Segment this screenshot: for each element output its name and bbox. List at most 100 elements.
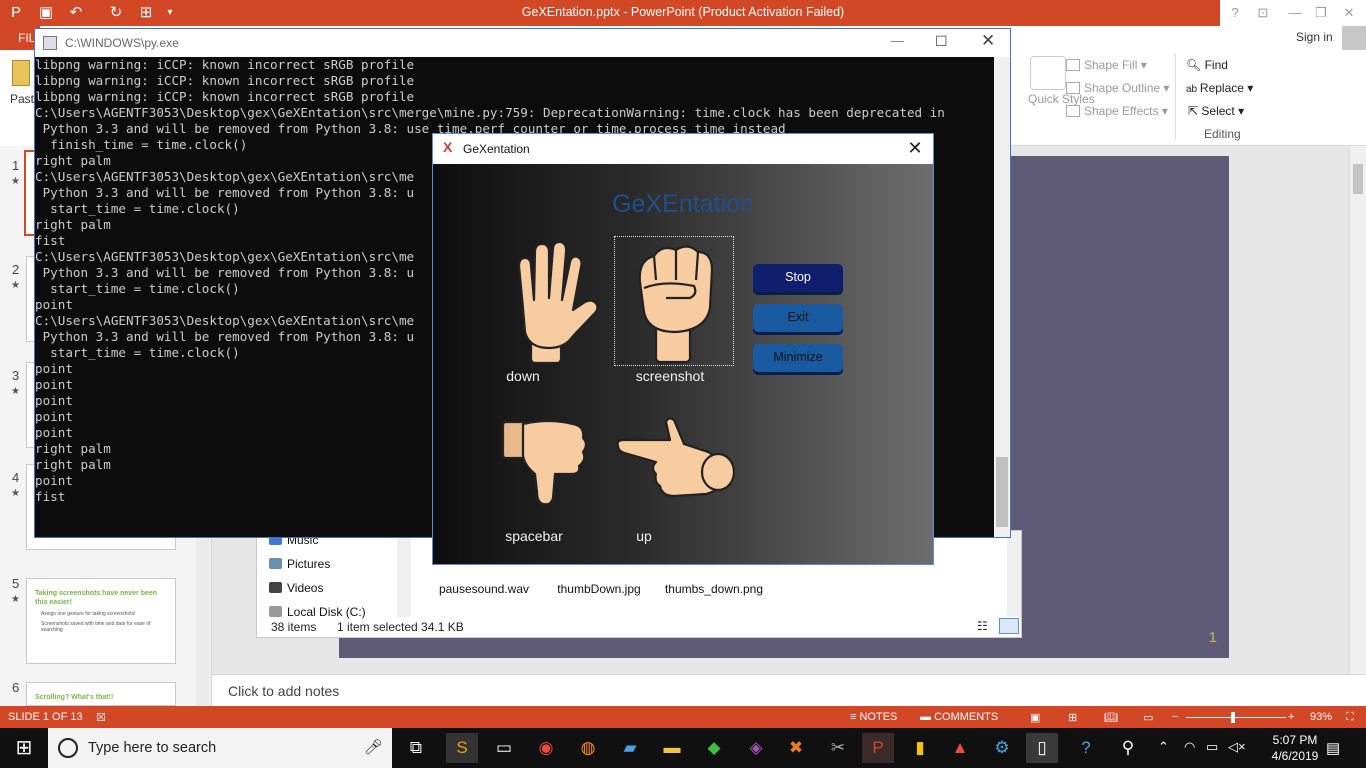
- taskbar-search-box[interactable]: Type here to search 🎤︎: [48, 728, 392, 768]
- start-slideshow-icon[interactable]: ⊞: [136, 3, 156, 23]
- app-icon[interactable]: ▰: [614, 733, 646, 763]
- powerpoint-taskbar-icon[interactable]: P: [862, 733, 894, 763]
- minimize-button[interactable]: Minimize: [753, 344, 843, 372]
- select-icon: ⇱: [1188, 104, 1202, 118]
- android-studio-icon[interactable]: ◆: [698, 733, 730, 763]
- zoom-level[interactable]: 93%: [1310, 711, 1332, 723]
- paste-icon[interactable]: [12, 60, 30, 86]
- python-taskbar-icon[interactable]: ⚙: [986, 733, 1018, 763]
- details-view-icon[interactable]: ☷: [977, 619, 988, 633]
- file-item[interactable]: thumbDown.jpg: [544, 582, 654, 597]
- console-scrollbar[interactable]: [994, 57, 1010, 537]
- thumbs-down-icon[interactable]: [489, 416, 609, 506]
- notifications-icon[interactable]: ▤: [1326, 739, 1340, 757]
- undo-icon[interactable]: ↶: [66, 3, 86, 23]
- file-item[interactable]: pausesound.wav: [429, 582, 539, 597]
- sublime-text-icon[interactable]: S: [446, 733, 478, 763]
- notes-toggle[interactable]: ≡ NOTES: [850, 711, 897, 723]
- notepad-icon[interactable]: ▯: [1026, 733, 1058, 763]
- select-button[interactable]: ⇱ Select ▾: [1188, 104, 1244, 118]
- close-icon[interactable]: ✕: [1338, 3, 1360, 23]
- thumb-bullet: Screenshots saved with time and date for…: [41, 621, 151, 633]
- sign-in-link[interactable]: Sign in: [1296, 30, 1333, 44]
- comments-toggle[interactable]: ▬ COMMENTS: [920, 711, 998, 723]
- slide-scrollbar[interactable]: [1349, 146, 1366, 674]
- gex-logo-icon: X: [443, 139, 453, 155]
- fit-to-window-icon[interactable]: ⛶: [1346, 711, 1354, 724]
- chrome-icon[interactable]: ◉: [530, 733, 562, 763]
- git-icon[interactable]: ◈: [740, 733, 772, 763]
- replace-button[interactable]: ab Replace ▾: [1186, 81, 1253, 95]
- help-tray-icon[interactable]: ?: [1070, 733, 1102, 763]
- zoom-slider-thumb[interactable]: [1230, 712, 1235, 723]
- zoom-out-icon[interactable]: −: [1172, 711, 1178, 723]
- task-view-icon[interactable]: ⧉: [400, 733, 432, 763]
- console-title: C:\WINDOWS\py.exe: [65, 36, 179, 50]
- slide-sorter-icon[interactable]: ⊞: [1068, 711, 1077, 724]
- avatar[interactable]: [1342, 26, 1366, 50]
- exit-button[interactable]: Exit: [753, 304, 843, 332]
- files-scrollbar[interactable]: [1007, 531, 1021, 617]
- nav-item-pictures[interactable]: Pictures: [269, 557, 330, 571]
- show-hidden-icons[interactable]: ⌃: [1158, 739, 1169, 755]
- powerpoint-logo-icon: P: [10, 4, 21, 21]
- console-line: libpng warning: iCCP: known incorrect sR…: [35, 57, 415, 72]
- find-button[interactable]: 🔍︎ Find: [1186, 58, 1228, 72]
- nav-scrollbar[interactable]: [397, 531, 411, 617]
- replace-icon: ab: [1186, 84, 1200, 95]
- notes-placeholder: Click to add notes: [228, 683, 340, 699]
- file-item[interactable]: thumbs_down.png: [659, 582, 769, 597]
- battery-icon[interactable]: ▭: [1206, 739, 1218, 755]
- scrollbar-thumb[interactable]: [1353, 164, 1363, 194]
- acrobat-icon[interactable]: ▲: [944, 733, 976, 763]
- redo-icon[interactable]: ↻: [106, 3, 126, 23]
- settings-tray-icon[interactable]: ⚲: [1112, 733, 1144, 763]
- wifi-icon[interactable]: ◠: [1184, 739, 1195, 755]
- save-icon[interactable]: ▣: [36, 3, 56, 23]
- close-icon[interactable]: ✕: [905, 138, 925, 159]
- slide-thumbnail[interactable]: Taking screenshots have never been this …: [26, 578, 176, 664]
- shape-fill-button[interactable]: Shape Fill ▾: [1066, 58, 1147, 72]
- pointing-hand-icon[interactable]: [614, 416, 736, 506]
- customize-toolbar-icon[interactable]: ▾: [160, 3, 180, 23]
- open-palm-icon[interactable]: [489, 236, 609, 366]
- slideshow-icon[interactable]: ▭: [1143, 711, 1153, 724]
- maximize-icon[interactable]: ☐: [935, 33, 948, 50]
- reading-view-icon[interactable]: 📖︎: [1104, 711, 1118, 724]
- restore-icon[interactable]: ❐: [1310, 3, 1332, 23]
- command-prompt-icon[interactable]: ▭: [488, 733, 520, 763]
- snipping-tool-icon[interactable]: ✂: [822, 733, 854, 763]
- ribbon-divider: [1175, 54, 1176, 140]
- minimize-icon[interactable]: —: [891, 33, 904, 48]
- normal-view-icon[interactable]: ▣: [1030, 711, 1040, 724]
- zoom-in-icon[interactable]: +: [1288, 711, 1294, 723]
- spell-check-icon[interactable]: ☒: [96, 711, 106, 724]
- system-clock[interactable]: 5:07 PM 4/6/2019: [1270, 732, 1320, 764]
- shape-outline-button[interactable]: Shape Outline ▾: [1066, 81, 1169, 95]
- slide-number: 2: [12, 262, 20, 277]
- windows-start-icon[interactable]: ⊞: [8, 733, 40, 763]
- notes-pane[interactable]: Click to add notes: [212, 674, 1366, 706]
- slide-thumbnail[interactable]: Scrolling? What's that!!: [26, 682, 176, 706]
- volume-icon[interactable]: ◁×: [1228, 739, 1246, 755]
- large-icons-view-icon[interactable]: [999, 618, 1019, 634]
- microphone-icon[interactable]: 🎤︎: [364, 738, 383, 756]
- animation-star-icon: ★: [11, 176, 20, 187]
- shape-effects-button[interactable]: Shape Effects ▾: [1066, 104, 1168, 118]
- close-icon[interactable]: ✕: [981, 31, 995, 51]
- quick-styles-icon[interactable]: [1030, 56, 1066, 90]
- fist-icon[interactable]: [614, 236, 734, 366]
- zoom-slider[interactable]: [1186, 712, 1286, 723]
- ribbon-display-icon[interactable]: ⊡: [1252, 3, 1274, 23]
- help-icon[interactable]: ?: [1224, 3, 1246, 23]
- shape-effects-icon: [1066, 105, 1080, 117]
- scrollbar-thumb[interactable]: [996, 457, 1008, 527]
- firefox-icon[interactable]: ◍: [572, 733, 604, 763]
- xampp-icon[interactable]: ✖: [780, 733, 812, 763]
- nav-item-videos[interactable]: Videos: [269, 581, 323, 595]
- paste-label[interactable]: Past: [10, 92, 34, 106]
- file-explorer-icon[interactable]: ▬: [656, 733, 688, 763]
- sticky-app-icon[interactable]: ▮: [904, 733, 936, 763]
- stop-button[interactable]: Stop: [753, 264, 843, 292]
- minimize-icon[interactable]: —: [1284, 3, 1306, 23]
